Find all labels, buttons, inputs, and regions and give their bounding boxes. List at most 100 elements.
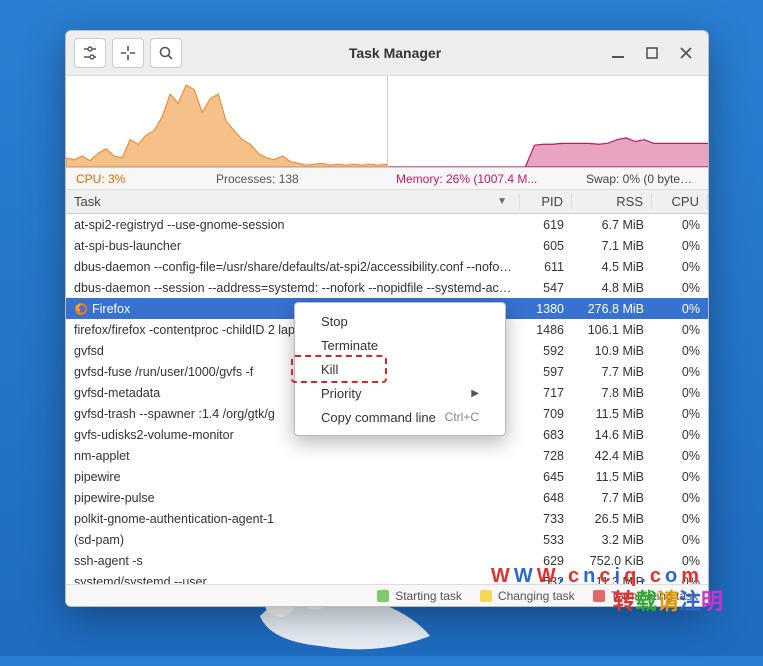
cell-cpu: 0% [652,386,708,400]
cell-rss: 26.5 MiB [572,512,652,526]
cell-cpu: 0% [652,323,708,337]
cell-pid: 611 [520,260,572,274]
process-context-menu: Stop Terminate Kill Priority ▶ Copy comm… [294,302,506,436]
cell-task: dbus-daemon --config-file=/usr/share/def… [66,260,520,274]
cell-rss: 7.7 MiB [572,491,652,505]
cell-cpu: 0% [652,470,708,484]
stat-memory: Memory: 26% (1007.4 M... [386,172,576,186]
cell-rss: 14.6 MiB [572,428,652,442]
cell-cpu: 0% [652,302,708,316]
table-row[interactable]: dbus-daemon --session --address=systemd:… [66,277,708,298]
cell-pid: 1486 [520,323,572,337]
cell-task: ssh-agent -s [66,554,520,568]
cell-cpu: 0% [652,533,708,547]
cell-cpu: 0% [652,344,708,358]
cell-rss: 11.5 MiB [572,407,652,421]
cell-rss: 752.0 KiB [572,554,652,568]
column-header-task[interactable]: Task ▼ [66,194,520,209]
menu-terminate[interactable]: Terminate [295,333,505,357]
cell-cpu: 0% [652,260,708,274]
menu-priority[interactable]: Priority ▶ [295,381,505,405]
titlebar: Task Manager [66,31,708,76]
cell-pid: 648 [520,491,572,505]
close-button[interactable] [676,43,696,63]
kill-annotation-highlight [291,355,387,383]
table-row[interactable]: dbus-daemon --config-file=/usr/share/def… [66,256,708,277]
cell-pid: 597 [520,365,572,379]
cell-pid: 533 [520,533,572,547]
cell-rss: 42.4 MiB [572,449,652,463]
cell-cpu: 0% [652,512,708,526]
cell-rss: 3.2 MiB [572,533,652,547]
crosshair-button[interactable] [112,38,144,68]
menu-copy-command-line[interactable]: Copy command line Ctrl+C [295,405,505,429]
minimize-button[interactable] [608,43,628,63]
close-icon [680,47,692,59]
menu-kill[interactable]: Kill [295,357,505,381]
cell-rss: 10.9 MiB [572,344,652,358]
cell-task: at-spi2-registryd --use-gnome-session [66,218,520,232]
table-row[interactable]: systemd/systemd --user53211.3 MiB0% [66,571,708,584]
cell-pid: 629 [520,554,572,568]
window-title: Task Manager [190,45,600,61]
legend-changing: Changing task [480,589,575,603]
column-header-pid[interactable]: PID [520,194,572,209]
cell-pid: 709 [520,407,572,421]
cell-cpu: 0% [652,428,708,442]
column-header-rss[interactable]: RSS [572,194,652,209]
cell-task: dbus-daemon --session --address=systemd:… [66,281,520,295]
cell-cpu: 0% [652,365,708,379]
cell-cpu: 0% [652,239,708,253]
cell-pid: 1380 [520,302,572,316]
cell-pid: 619 [520,218,572,232]
legend-changing-swatch [480,590,492,602]
cell-rss: 7.7 MiB [572,365,652,379]
cell-rss: 11.5 MiB [572,470,652,484]
table-row[interactable]: polkit-gnome-authentication-agent-173326… [66,508,708,529]
memory-chart [388,76,709,167]
cpu-chart [66,76,388,167]
cell-task: (sd-pam) [66,533,520,547]
search-button[interactable] [150,38,182,68]
sort-indicator-icon: ▼ [497,196,507,207]
legend-row: Starting task Changing task Terminating … [66,584,708,606]
cell-pid: 547 [520,281,572,295]
maximize-icon [646,47,658,59]
cell-task: at-spi-bus-launcher [66,239,520,253]
cell-cpu: 0% [652,491,708,505]
cell-pid: 683 [520,428,572,442]
search-icon [158,45,174,61]
table-row[interactable]: ssh-agent -s629752.0 KiB0% [66,550,708,571]
table-row[interactable]: (sd-pam)5333.2 MiB0% [66,529,708,550]
cell-task: nm-applet [66,449,520,463]
table-row[interactable]: nm-applet72842.4 MiB0% [66,445,708,466]
cell-pid: 532 [520,575,572,585]
table-row[interactable]: pipewire64511.5 MiB0% [66,466,708,487]
cell-rss: 106.1 MiB [572,323,652,337]
settings-button[interactable] [74,38,106,68]
column-header-cpu[interactable]: CPU [652,194,708,209]
legend-terminating: Terminating task [593,589,698,603]
cell-rss: 11.3 MiB [572,575,652,585]
table-header: Task ▼ PID RSS CPU [66,190,708,214]
cell-cpu: 0% [652,575,708,585]
cell-pid: 605 [520,239,572,253]
firefox-icon [74,302,88,316]
table-row[interactable]: pipewire-pulse6487.7 MiB0% [66,487,708,508]
crosshair-icon [120,45,136,61]
cell-cpu: 0% [652,218,708,232]
legend-starting: Starting task [377,589,462,603]
charts-area [66,76,708,168]
table-row[interactable]: at-spi2-registryd --use-gnome-session619… [66,214,708,235]
cell-pid: 733 [520,512,572,526]
table-row[interactable]: at-spi-bus-launcher6057.1 MiB0% [66,235,708,256]
menu-stop[interactable]: Stop [295,309,505,333]
stat-cpu: CPU: 3% [66,172,206,186]
cell-pid: 717 [520,386,572,400]
legend-starting-swatch [377,590,389,602]
maximize-button[interactable] [642,43,662,63]
stat-processes: Processes: 138 [206,172,386,186]
cell-rss: 4.5 MiB [572,260,652,274]
cell-task: pipewire-pulse [66,491,520,505]
cell-pid: 645 [520,470,572,484]
